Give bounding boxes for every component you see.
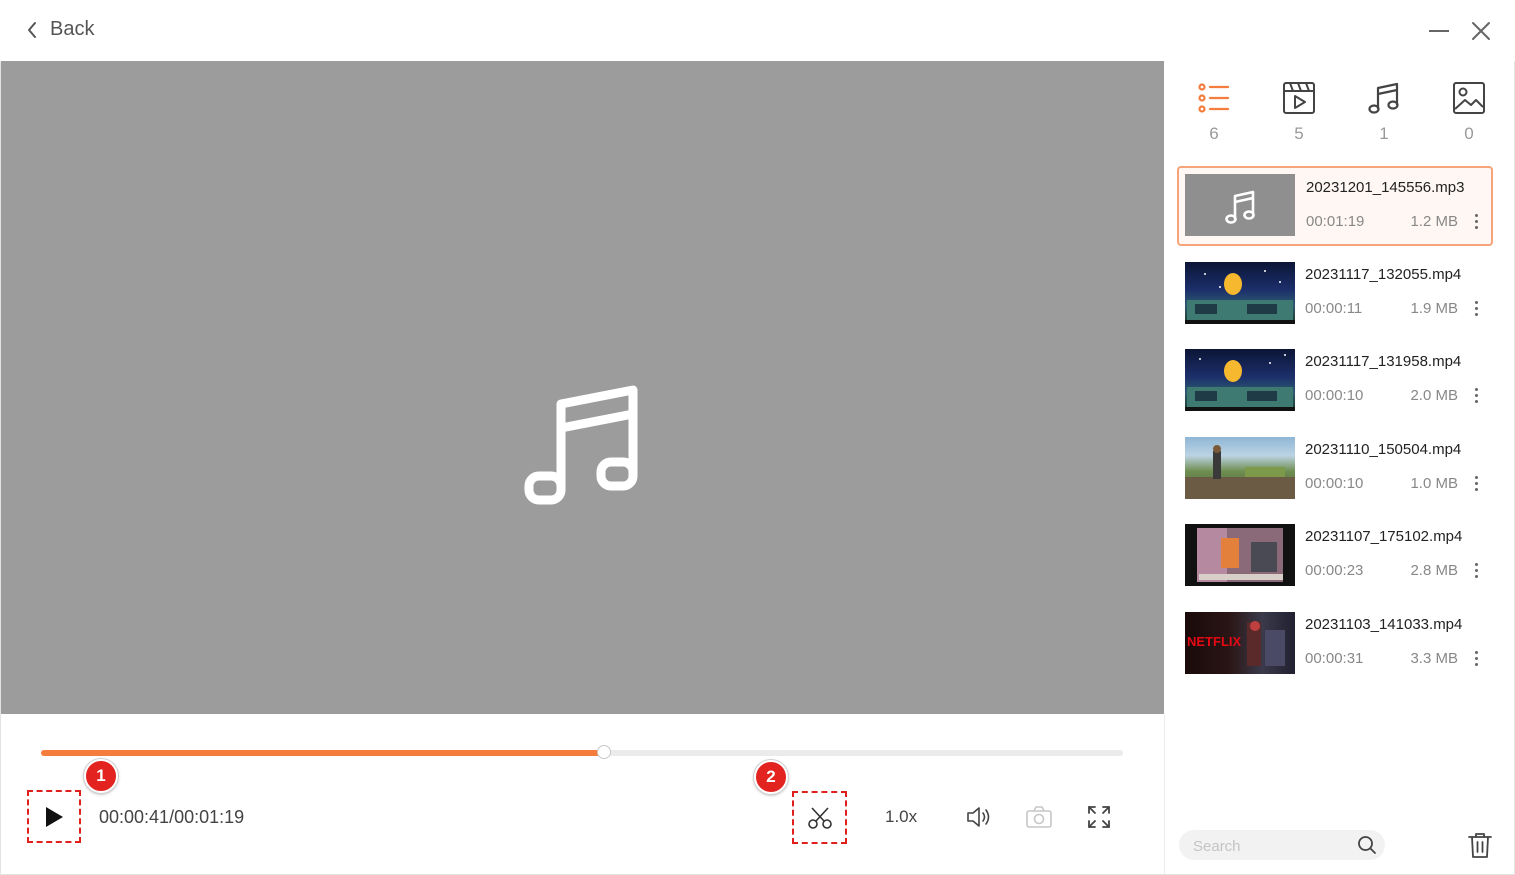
search-icon[interactable] <box>1357 835 1377 855</box>
close-button[interactable] <box>1468 18 1494 44</box>
file-item[interactable]: 20231117_131958.mp4 00:00:10 2.0 MB <box>1177 341 1493 421</box>
more-options-button[interactable] <box>1473 649 1479 669</box>
progress-handle[interactable] <box>596 745 611 759</box>
video-player[interactable] <box>1 61 1164 714</box>
chevron-left-icon <box>28 21 36 38</box>
tab-audio-count: 1 <box>1379 124 1389 143</box>
delete-button[interactable] <box>1467 831 1493 864</box>
file-thumbnail <box>1185 349 1295 411</box>
tab-videos[interactable]: 5 <box>1274 81 1324 144</box>
file-size: 1.2 MB <box>1410 213 1458 230</box>
file-size: 1.9 MB <box>1410 300 1458 317</box>
file-name: 20231117_131958.mp4 <box>1305 353 1462 370</box>
music-note-icon <box>524 385 638 505</box>
playback-speed[interactable]: 1.0x <box>885 807 917 827</box>
annotation-badge-2: 2 <box>754 760 788 794</box>
file-duration: 00:00:31 <box>1305 650 1364 667</box>
progress-bar[interactable] <box>41 745 1123 759</box>
back-button[interactable]: Back <box>26 18 94 41</box>
file-size: 3.3 MB <box>1410 650 1458 667</box>
file-duration: 00:00:10 <box>1305 475 1364 492</box>
file-thumbnail <box>1185 174 1295 236</box>
search-box <box>1179 830 1385 860</box>
file-size: 1.0 MB <box>1410 475 1458 492</box>
scissors-icon <box>807 806 832 829</box>
more-options-button[interactable] <box>1473 561 1479 581</box>
progress-fill <box>41 750 604 756</box>
file-size: 2.0 MB <box>1410 387 1458 404</box>
camera-icon <box>1026 806 1052 828</box>
minimize-icon <box>1429 30 1449 32</box>
tab-audio[interactable]: 1 <box>1359 81 1409 144</box>
file-item[interactable]: 20231201_145556.mp3 00:01:19 1.2 MB <box>1177 166 1493 246</box>
play-icon <box>46 806 63 827</box>
file-item[interactable]: 20231110_150504.mp4 00:00:10 1.0 MB <box>1177 429 1493 509</box>
fullscreen-icon <box>1088 806 1110 828</box>
annotation-badge-1: 1 <box>84 759 118 793</box>
search-input[interactable] <box>1191 835 1355 857</box>
video-icon <box>1283 82 1315 114</box>
tab-all-files[interactable]: 6 <box>1189 81 1239 144</box>
trim-button[interactable] <box>792 791 847 844</box>
more-options-button[interactable] <box>1473 386 1479 406</box>
tab-images-count: 0 <box>1464 124 1474 143</box>
file-thumbnail <box>1185 524 1295 586</box>
netflix-logo-text: NETFLIX <box>1187 634 1241 649</box>
file-name: 20231110_150504.mp4 <box>1305 441 1462 458</box>
file-sidebar: 6 5 1 0 20231201_145556.mp3 00:01:19 1.2… <box>1165 61 1514 874</box>
more-options-button[interactable] <box>1473 474 1479 494</box>
minimize-button[interactable] <box>1426 18 1452 44</box>
more-options-button[interactable] <box>1473 299 1479 319</box>
file-item[interactable]: 20231107_175102.mp4 00:00:23 2.8 MB <box>1177 516 1493 596</box>
back-label: Back <box>50 18 95 40</box>
volume-button[interactable] <box>965 805 993 834</box>
file-thumbnail <box>1185 437 1295 499</box>
title-bar: Back <box>0 0 1515 62</box>
tab-images[interactable]: 0 <box>1444 81 1494 144</box>
music-note-icon <box>1225 190 1255 224</box>
file-name: 20231107_175102.mp4 <box>1305 528 1463 545</box>
file-duration: 00:01:19 <box>1306 213 1365 230</box>
player-controls: 1 00:00:41/00:01:19 2 1.0x <box>1 714 1165 874</box>
file-thumbnail <box>1185 262 1295 324</box>
volume-icon <box>967 807 990 827</box>
play-button[interactable] <box>27 790 81 843</box>
file-name: 20231117_132055.mp4 <box>1305 266 1462 283</box>
file-item[interactable]: 20231117_132055.mp4 00:00:11 1.9 MB <box>1177 254 1493 334</box>
file-duration: 00:00:10 <box>1305 387 1364 404</box>
more-options-button[interactable] <box>1473 212 1479 232</box>
file-name: 20231103_141033.mp4 <box>1305 616 1463 633</box>
close-icon <box>1472 22 1490 40</box>
tab-all-count: 6 <box>1209 124 1219 143</box>
file-item[interactable]: NETFLIX 20231103_141033.mp4 00:00:31 3.3… <box>1177 604 1493 684</box>
file-size: 2.8 MB <box>1410 562 1458 579</box>
file-duration: 00:00:11 <box>1305 300 1363 317</box>
tab-videos-count: 5 <box>1294 124 1304 143</box>
file-thumbnail: NETFLIX <box>1185 612 1295 674</box>
image-icon <box>1453 82 1485 114</box>
music-note-icon <box>1368 82 1399 114</box>
file-duration: 00:00:23 <box>1305 562 1364 579</box>
fullscreen-button[interactable] <box>1086 804 1112 835</box>
file-name: 20231201_145556.mp3 <box>1306 179 1465 196</box>
time-display: 00:00:41/00:01:19 <box>99 807 245 827</box>
trash-icon <box>1468 833 1492 858</box>
screenshot-button[interactable] <box>1025 805 1053 834</box>
list-icon <box>1198 83 1230 113</box>
